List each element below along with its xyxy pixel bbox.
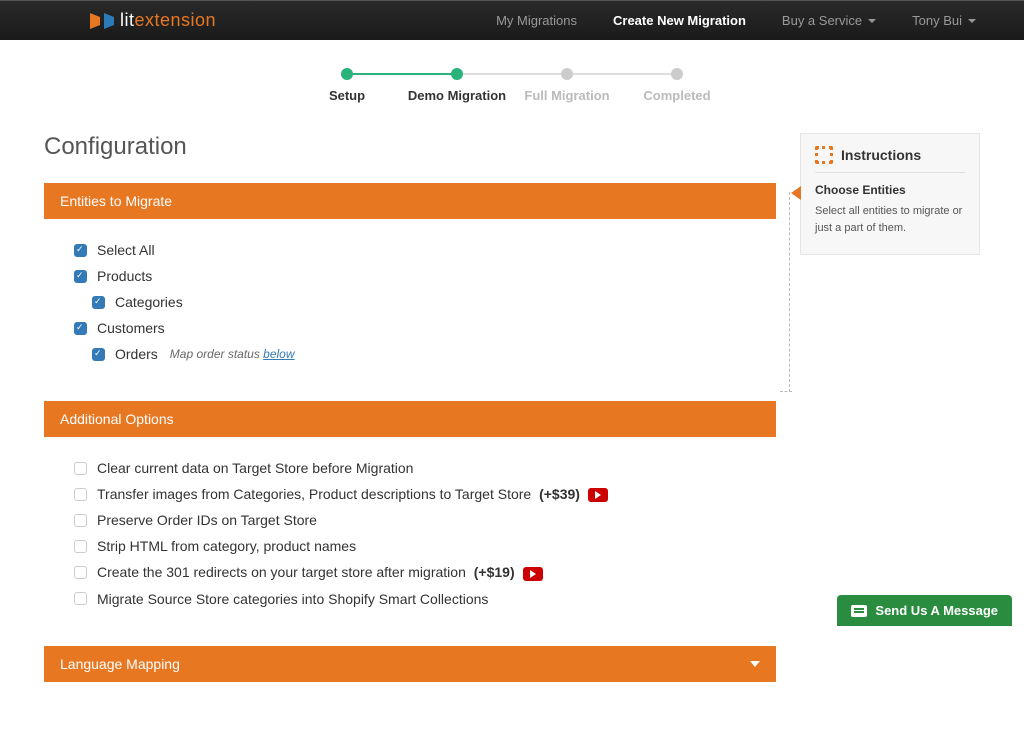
checkbox-categories[interactable] (92, 296, 105, 309)
label-301-redirects[interactable]: Create the 301 redirects on your target … (97, 564, 543, 580)
step-dot-icon (671, 68, 683, 80)
additional-options-header: Additional Options (44, 401, 776, 437)
language-mapping-title: Language Mapping (60, 656, 180, 672)
label-transfer-images[interactable]: Transfer images from Categories, Product… (97, 486, 608, 502)
caret-down-icon (868, 19, 876, 23)
language-mapping-panel: Language Mapping (44, 646, 776, 682)
logo-text: litextension (120, 10, 216, 31)
additional-options-panel: Additional Options Clear current data on… (44, 401, 776, 618)
main-column: Configuration Entities to Migrate Select… (44, 133, 776, 710)
checkbox-clear-data[interactable] (74, 462, 87, 475)
checkbox-select-all[interactable] (74, 244, 87, 257)
label-strip-html[interactable]: Strip HTML from category, product names (97, 538, 356, 554)
chat-widget-label: Send Us A Message (875, 603, 998, 618)
checkbox-customers[interactable] (74, 322, 87, 335)
sidebar-column: Instructions Choose Entities Select all … (800, 133, 980, 255)
nav-user-menu[interactable]: Tony Bui (904, 1, 984, 40)
chat-widget-button[interactable]: Send Us A Message (837, 595, 1012, 626)
step-connector (347, 73, 457, 75)
label-shopify-smart-collections[interactable]: Migrate Source Store categories into Sho… (97, 591, 488, 607)
step-connector (457, 73, 567, 75)
instructions-text: Select all entities to migrate or just a… (815, 203, 965, 236)
checkbox-shopify-smart-collections[interactable] (74, 592, 87, 605)
nav-create-new-migration[interactable]: Create New Migration (605, 1, 754, 40)
instructions-title: Instructions (841, 147, 921, 163)
page-title: Configuration (44, 133, 776, 161)
label-orders[interactable]: Orders (115, 346, 158, 362)
label-categories[interactable]: Categories (115, 294, 183, 310)
step-dot-icon (451, 68, 463, 80)
step-connector (567, 73, 677, 75)
entities-panel: Entities to Migrate Select All Products … (44, 183, 776, 373)
nav-my-migrations[interactable]: My Migrations (488, 1, 585, 40)
label-customers[interactable]: Customers (97, 320, 165, 336)
progress-stepper: Setup Demo Migration Full Migration Comp… (0, 68, 1024, 103)
checkbox-301-redirects[interactable] (74, 566, 87, 579)
dashed-connector (789, 192, 791, 392)
pointer-arrow-icon (791, 186, 801, 200)
language-mapping-header[interactable]: Language Mapping (44, 646, 776, 682)
logo-icon (90, 11, 114, 31)
label-preserve-order-ids[interactable]: Preserve Order IDs on Target Store (97, 512, 317, 528)
chevron-down-icon (750, 661, 760, 667)
nav-buy-service[interactable]: Buy a Service (774, 1, 884, 40)
step-dot-icon (341, 68, 353, 80)
main-nav: My Migrations Create New Migration Buy a… (488, 1, 984, 40)
instructions-subtitle: Choose Entities (815, 183, 965, 197)
youtube-icon[interactable] (588, 488, 608, 502)
step-dot-icon (561, 68, 573, 80)
checkbox-strip-html[interactable] (74, 540, 87, 553)
label-select-all[interactable]: Select All (97, 242, 155, 258)
entities-panel-header: Entities to Migrate (44, 183, 776, 219)
checkbox-orders[interactable] (92, 348, 105, 361)
label-products[interactable]: Products (97, 268, 152, 284)
instructions-panel: Instructions Choose Entities Select all … (800, 133, 980, 255)
envelope-icon (851, 605, 867, 617)
youtube-icon[interactable] (523, 567, 543, 581)
logo[interactable]: litextension (90, 10, 216, 31)
orders-hint: Map order status below (170, 347, 295, 361)
checkbox-preserve-order-ids[interactable] (74, 514, 87, 527)
instructions-icon (815, 146, 833, 164)
orders-map-link[interactable]: below (263, 347, 294, 361)
top-navbar: litextension My Migrations Create New Mi… (0, 0, 1024, 40)
step-setup: Setup (292, 68, 402, 103)
checkbox-products[interactable] (74, 270, 87, 283)
caret-down-icon (968, 19, 976, 23)
checkbox-transfer-images[interactable] (74, 488, 87, 501)
label-clear-data[interactable]: Clear current data on Target Store befor… (97, 460, 413, 476)
